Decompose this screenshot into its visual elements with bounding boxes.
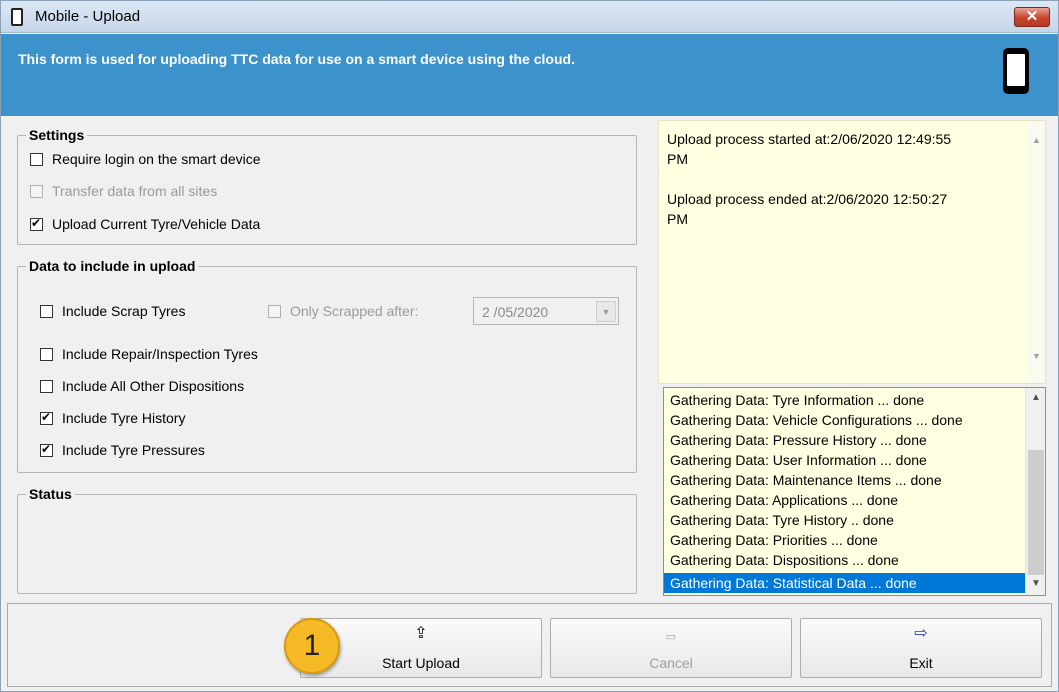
- exit-label: Exit: [909, 655, 933, 671]
- list-scrollbar[interactable]: ▲ ▼: [1025, 388, 1045, 595]
- checkbox-box: [40, 304, 53, 318]
- list-item[interactable]: Gathering Data: Applications ... done: [664, 490, 1025, 510]
- title-bar: Mobile - Upload ✕: [1, 1, 1058, 33]
- checkbox-label: Transfer data from all sites: [52, 183, 218, 199]
- exit-button[interactable]: ⇨ Exit: [800, 618, 1042, 678]
- checkbox-box: [30, 184, 43, 198]
- include-repair-inspection-checkbox[interactable]: Include Repair/Inspection Tyres: [40, 346, 258, 362]
- chevron-down-icon[interactable]: ▼: [1032, 351, 1041, 361]
- upload-log: Upload process started at:2/06/2020 12:4…: [658, 120, 1046, 384]
- info-banner: This form is used for uploading TTC data…: [1, 34, 1058, 116]
- list-item[interactable]: Gathering Data: Pressure History ... don…: [664, 430, 1025, 450]
- checkbox-label: Include Tyre History: [62, 410, 186, 426]
- smartphone-icon: [1003, 48, 1029, 94]
- scrapped-after-date-picker[interactable]: 2 /05/2020 ▼: [473, 297, 619, 325]
- checkbox-label: Include Tyre Pressures: [62, 442, 205, 458]
- checkbox-box: [268, 304, 281, 318]
- checkbox-label: Include Repair/Inspection Tyres: [62, 346, 258, 362]
- status-title: Status: [26, 486, 75, 502]
- exit-door-icon: ⇨: [914, 625, 928, 642]
- chevron-up-icon[interactable]: ▲: [1031, 392, 1041, 403]
- require-login-checkbox[interactable]: Require login on the smart device: [30, 151, 261, 167]
- progress-list[interactable]: Gathering Data: Tyre Information ... don…: [663, 387, 1046, 596]
- date-value: 2 /05/2020: [482, 304, 549, 320]
- include-tyre-pressures-checkbox[interactable]: Include Tyre Pressures: [40, 442, 205, 458]
- list-item[interactable]: Gathering Data: Dispositions ... done: [664, 550, 1025, 570]
- checkbox-label: Include All Other Dispositions: [62, 378, 245, 394]
- include-other-dispositions-checkbox[interactable]: Include All Other Dispositions: [40, 378, 244, 394]
- log-line: Upload process started at:2/06/2020 12:4…: [667, 131, 952, 147]
- log-line: Upload process ended at:2/06/2020 12:50:…: [667, 191, 948, 207]
- phone-icon: [11, 8, 23, 26]
- checkbox-label: Require login on the smart device: [52, 151, 261, 167]
- checkbox-label: Only Scrapped after:: [290, 303, 419, 319]
- checkbox-box: [40, 442, 53, 457]
- checkbox-label: Include Scrap Tyres: [62, 303, 186, 319]
- log-line: PM: [667, 151, 688, 167]
- mobile-upload-window: Mobile - Upload ✕ This form is used for …: [0, 0, 1059, 692]
- scroll-thumb[interactable]: [1028, 450, 1044, 575]
- banner-text: This form is used for uploading TTC data…: [18, 51, 575, 67]
- step-number-badge: 1: [284, 618, 340, 674]
- list-item[interactable]: Gathering Data: Maintenance Items ... do…: [664, 470, 1025, 490]
- checkbox-box: [40, 347, 53, 361]
- include-scrap-tyres-checkbox[interactable]: Include Scrap Tyres: [40, 303, 185, 319]
- checkbox-box: [30, 216, 43, 231]
- upload-current-data-checkbox[interactable]: Upload Current Tyre/Vehicle Data: [30, 216, 260, 232]
- list-item[interactable]: Gathering Data: Tyre Information ... don…: [664, 390, 1025, 410]
- chevron-down-icon[interactable]: ▼: [596, 301, 616, 322]
- status-group: Status: [17, 486, 637, 594]
- log-line: PM: [667, 211, 688, 227]
- include-tyre-history-checkbox[interactable]: Include Tyre History: [40, 410, 185, 426]
- chevron-up-icon[interactable]: ▲: [1032, 135, 1041, 145]
- cancel-icon: ▭: [665, 631, 677, 643]
- list-item-selected[interactable]: Gathering Data: Statistical Data ... don…: [664, 573, 1025, 593]
- close-button[interactable]: ✕: [1014, 7, 1050, 27]
- window-title: Mobile - Upload: [35, 8, 141, 25]
- cancel-label: Cancel: [649, 655, 693, 671]
- cancel-button[interactable]: ▭ Cancel: [550, 618, 792, 678]
- checkbox-box: [40, 410, 53, 425]
- transfer-all-sites-checkbox[interactable]: Transfer data from all sites: [30, 183, 217, 199]
- list-item[interactable]: Gathering Data: Vehicle Configurations .…: [664, 410, 1025, 430]
- only-scrapped-after-checkbox[interactable]: Only Scrapped after:: [268, 303, 418, 319]
- checkbox-box: [30, 152, 43, 166]
- list-item[interactable]: Gathering Data: Tyre History .. done: [664, 510, 1025, 530]
- checkbox-label: Upload Current Tyre/Vehicle Data: [52, 216, 261, 232]
- checkbox-box: [40, 379, 53, 393]
- log-scrollbar[interactable]: ▲ ▼: [1028, 121, 1045, 383]
- chevron-down-icon[interactable]: ▼: [1031, 578, 1041, 589]
- settings-title: Settings: [26, 127, 88, 143]
- list-item[interactable]: Gathering Data: User Information ... don…: [664, 450, 1025, 470]
- button-bar: ⇪ Start Upload ▭ Cancel ⇨ Exit: [7, 603, 1052, 687]
- list-item[interactable]: Gathering Data: Priorities ... done: [664, 530, 1025, 550]
- data-include-title: Data to include in upload: [26, 258, 199, 274]
